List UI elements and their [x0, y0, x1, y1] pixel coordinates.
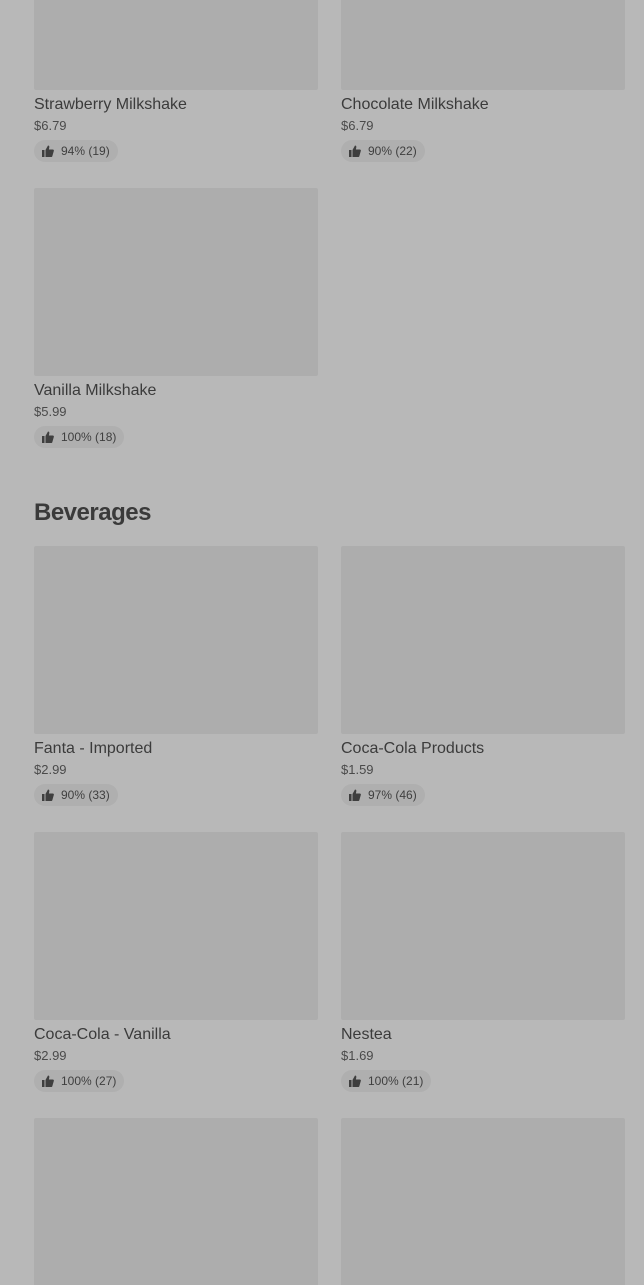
rating-text: 100% (18): [61, 430, 117, 444]
menu-item-image: [341, 546, 625, 734]
thumbs-up-icon: [349, 789, 361, 801]
rating-text: 94% (19): [61, 144, 110, 158]
rating-badge: 97% (46): [341, 784, 425, 806]
rating-badge: 100% (21): [341, 1070, 432, 1092]
thumbs-up-icon: [42, 145, 54, 157]
menu-item-card[interactable]: Vanilla Milkshake $5.99 100% (18): [34, 188, 318, 448]
menu-item-card[interactable]: Strawberry Milkshake $6.79 94% (19): [34, 0, 318, 162]
menu-item-image: [341, 832, 625, 1020]
menu-item-name: Vanilla Milkshake: [34, 382, 157, 399]
menu-item-card[interactable]: Coca-Cola Products $1.59 97% (46): [341, 546, 625, 806]
rating-text: 97% (46): [368, 788, 417, 802]
thumbs-up-icon: [349, 145, 361, 157]
menu-item-name: Nestea: [341, 1026, 392, 1043]
menu-item-card[interactable]: Nestea $1.69 100% (21): [341, 832, 625, 1092]
menu-item-price: $6.79: [34, 118, 67, 133]
menu-item-price: $2.99: [34, 1048, 67, 1063]
rating-text: 90% (22): [368, 144, 417, 158]
menu-item-image: [34, 188, 318, 376]
rating-badge: 100% (18): [34, 426, 125, 448]
rating-badge: 90% (33): [34, 784, 118, 806]
menu-item-name: Strawberry Milkshake: [34, 96, 187, 113]
menu-item-image: [34, 546, 318, 734]
menu-item-price: $2.99: [34, 762, 67, 777]
menu-item-card[interactable]: Chocolate Milkshake $6.79 90% (22): [341, 0, 625, 162]
rating-badge: 90% (22): [341, 140, 425, 162]
menu-item-card[interactable]: [341, 1118, 625, 1285]
menu-item-name: Chocolate Milkshake: [341, 96, 489, 113]
thumbs-up-icon: [42, 789, 54, 801]
thumbs-up-icon: [42, 431, 54, 443]
menu-item-image: [34, 1118, 318, 1285]
menu-item-price: $1.69: [341, 1048, 374, 1063]
thumbs-up-icon: [349, 1075, 361, 1087]
menu-item-image: [34, 832, 318, 1020]
section-title-beverages: Beverages: [34, 499, 151, 526]
menu-item-image: [341, 1118, 625, 1285]
rating-text: 100% (21): [368, 1074, 424, 1088]
menu-item-card[interactable]: Fanta - Imported $2.99 90% (33): [34, 546, 318, 806]
rating-badge: 94% (19): [34, 140, 118, 162]
rating-text: 90% (33): [61, 788, 110, 802]
rating-badge: 100% (27): [34, 1070, 125, 1092]
menu-item-price: $1.59: [341, 762, 374, 777]
menu-item-name: Fanta - Imported: [34, 740, 153, 757]
rating-text: 100% (27): [61, 1074, 117, 1088]
menu-item-card[interactable]: [34, 1118, 318, 1285]
menu-item-name: Coca-Cola - Vanilla: [34, 1026, 171, 1043]
menu-item-name: Coca-Cola Products: [341, 740, 485, 757]
menu-item-price: $5.99: [34, 404, 67, 419]
menu-item-card[interactable]: Coca-Cola - Vanilla $2.99 100% (27): [34, 832, 318, 1092]
menu-item-image: [341, 0, 625, 90]
menu-item-price: $6.79: [341, 118, 374, 133]
menu-item-image: [34, 0, 318, 90]
thumbs-up-icon: [42, 1075, 54, 1087]
